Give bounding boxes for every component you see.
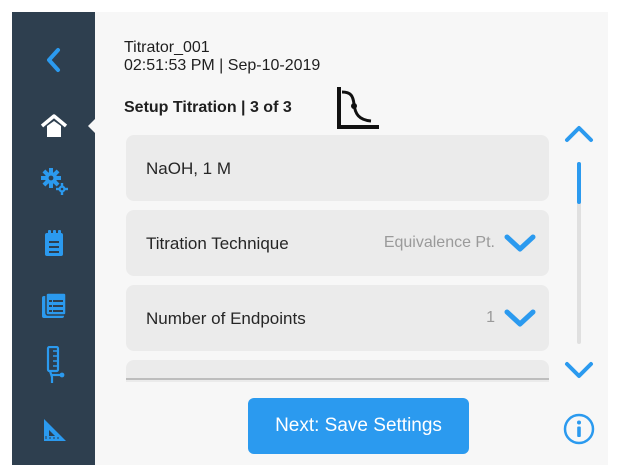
titration-technique-label: Titration Technique [146,234,289,253]
burette-icon[interactable] [12,346,95,384]
titration-technique-value: Equivalence Pt. [383,234,495,251]
list-bottom-divider [126,378,549,380]
reagent-row[interactable]: NaOH, 1 M [126,135,549,201]
page-title: Setup Titration | 3 of 3 [124,99,292,116]
info-icon[interactable] [563,413,595,450]
next-save-settings-button[interactable]: Next: Save Settings [248,398,469,454]
gears-icon[interactable] [12,163,95,199]
scroll-down-chevron-icon[interactable] [564,360,594,385]
clipboard-icon[interactable] [12,225,95,261]
titration-curve-icon [335,84,381,135]
scrollbar[interactable] [577,162,581,344]
main-content: Titrator_001 02:51:53 PM | Sep-10-2019 S… [95,12,608,465]
home-icon[interactable] [12,108,95,144]
back-chevron-icon[interactable] [12,42,95,78]
number-of-endpoints-label: Number of Endpoints [146,309,306,328]
chevron-down-icon[interactable] [503,232,537,259]
sidebar [12,12,97,465]
chevron-down-icon[interactable] [503,307,537,334]
device-name: Titrator_001 [124,39,210,56]
datetime: 02:51:53 PM | Sep-10-2019 [124,57,321,74]
scrollbar-thumb[interactable] [577,162,581,204]
app-window: Titrator_001 02:51:53 PM | Sep-10-2019 S… [12,12,608,465]
number-of-endpoints-select[interactable]: Number of Endpoints 1 [126,285,549,351]
number-of-endpoints-value: 1 [486,309,495,326]
titration-technique-select[interactable]: Titration Technique Equivalence Pt. [126,210,549,276]
scroll-up-chevron-icon[interactable] [564,124,594,149]
reagent-label: NaOH, 1 M [146,159,232,178]
folder-list-icon[interactable] [12,288,95,324]
set-square-icon[interactable] [12,412,95,448]
